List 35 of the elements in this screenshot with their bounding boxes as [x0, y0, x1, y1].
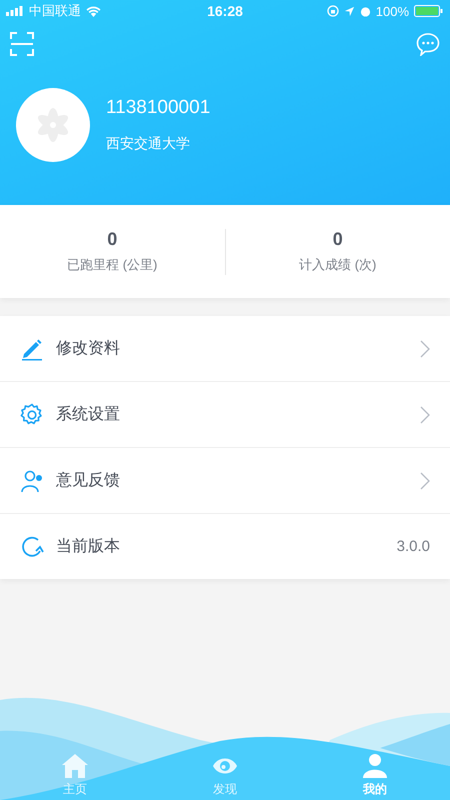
location-icon	[344, 6, 355, 16]
stat-label: 计入成绩 (次)	[299, 256, 376, 274]
school-name: 西安交通大学	[106, 135, 191, 153]
chevron-icon	[420, 472, 430, 490]
stat-value: 0	[332, 229, 343, 250]
rotation-lock-icon	[326, 5, 339, 17]
status-time: 16:28	[207, 3, 243, 19]
alarm-icon	[360, 6, 371, 16]
stat-label: 已跑里程 (公里)	[67, 256, 158, 274]
battery-percent: 100%	[376, 4, 409, 18]
menu-item[interactable]: 意见反馈	[0, 448, 450, 514]
carrier-name: 中国联通	[29, 2, 81, 20]
person-icon	[20, 468, 44, 492]
menu-item[interactable]: 当前版本 3.0.0	[0, 514, 450, 579]
battery-icon	[414, 5, 444, 17]
signal-icon	[6, 6, 24, 16]
menu-label: 意见反馈	[56, 470, 121, 491]
gear-icon	[20, 402, 44, 426]
scan-icon[interactable]	[10, 32, 34, 56]
person-icon	[362, 753, 388, 779]
version-value: 3.0.0	[396, 538, 430, 555]
chevron-icon	[420, 340, 430, 358]
pencil-icon	[20, 336, 44, 360]
menu-item[interactable]: 系统设置	[0, 382, 450, 448]
refresh-icon	[20, 534, 44, 558]
menu-item[interactable]: 修改资料	[0, 316, 450, 382]
wifi-icon	[86, 6, 101, 16]
menu-label: 当前版本	[56, 536, 121, 557]
stat-value: 0	[107, 229, 118, 250]
menu-label: 系统设置	[56, 404, 121, 425]
menu-label: 修改资料	[56, 338, 121, 359]
home-icon	[62, 753, 88, 779]
account-number: 1138100001	[106, 97, 210, 119]
chat-icon[interactable]	[416, 32, 440, 56]
chevron-icon	[420, 406, 430, 424]
